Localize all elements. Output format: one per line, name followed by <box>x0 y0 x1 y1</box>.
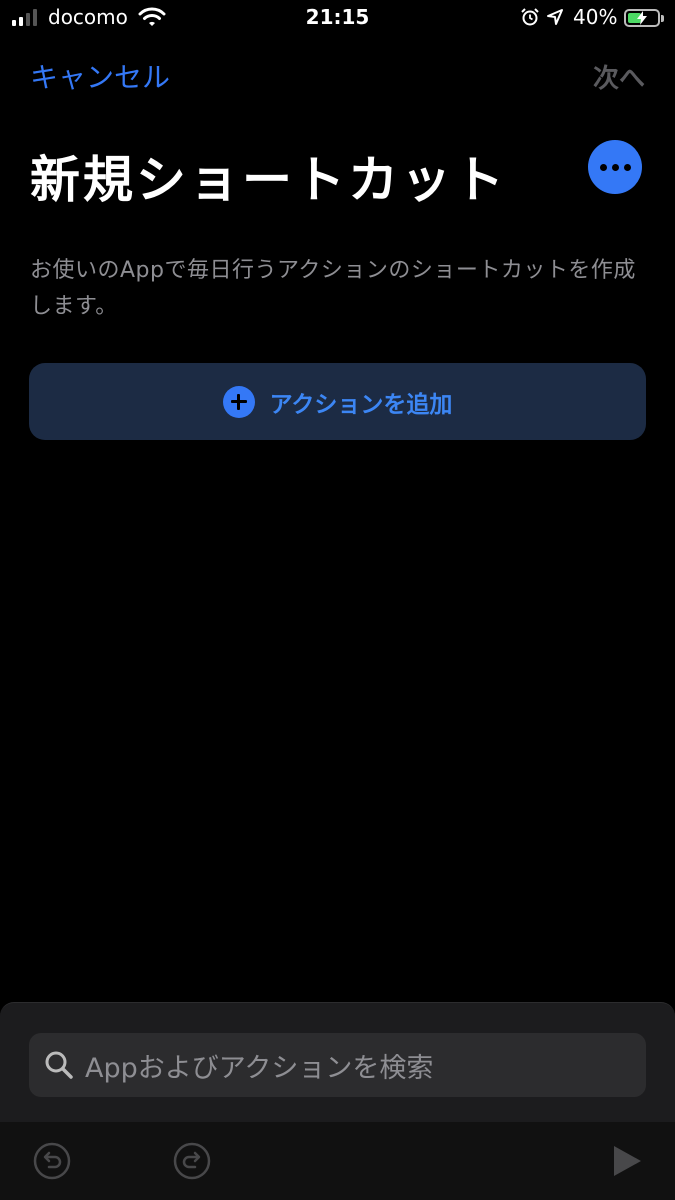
search-icon <box>45 1051 73 1079</box>
battery-icon <box>624 9 660 27</box>
status-bar: docomo 21:15 40% <box>0 0 675 36</box>
location-icon <box>547 9 563 25</box>
page-title: 新規ショートカット <box>30 151 507 209</box>
battery-percent: 40% <box>573 5 618 29</box>
battery-cap <box>661 15 664 22</box>
action-search-panel: Appおよびアクションを検索 <box>0 1002 675 1122</box>
play-icon[interactable] <box>610 1144 644 1178</box>
redo-icon[interactable] <box>173 1142 211 1180</box>
more-icon <box>599 163 607 171</box>
undo-icon[interactable] <box>33 1142 71 1180</box>
add-action-button[interactable]: アクションを追加 <box>29 363 646 440</box>
cancel-button[interactable]: キャンセル <box>30 56 170 96</box>
search-placeholder: Appおよびアクションを検索 <box>85 1052 434 1084</box>
search-input[interactable]: Appおよびアクションを検索 <box>29 1033 646 1097</box>
editor-toolbar <box>0 1122 675 1200</box>
alarm-icon <box>521 8 539 26</box>
next-button[interactable]: 次へ <box>593 58 645 95</box>
plus-icon <box>222 385 255 418</box>
add-action-label: アクションを追加 <box>269 391 453 418</box>
more-button[interactable] <box>588 140 642 194</box>
page-description: お使いのAppで毎日行うアクションのショートカットを作成します。 <box>30 258 636 319</box>
